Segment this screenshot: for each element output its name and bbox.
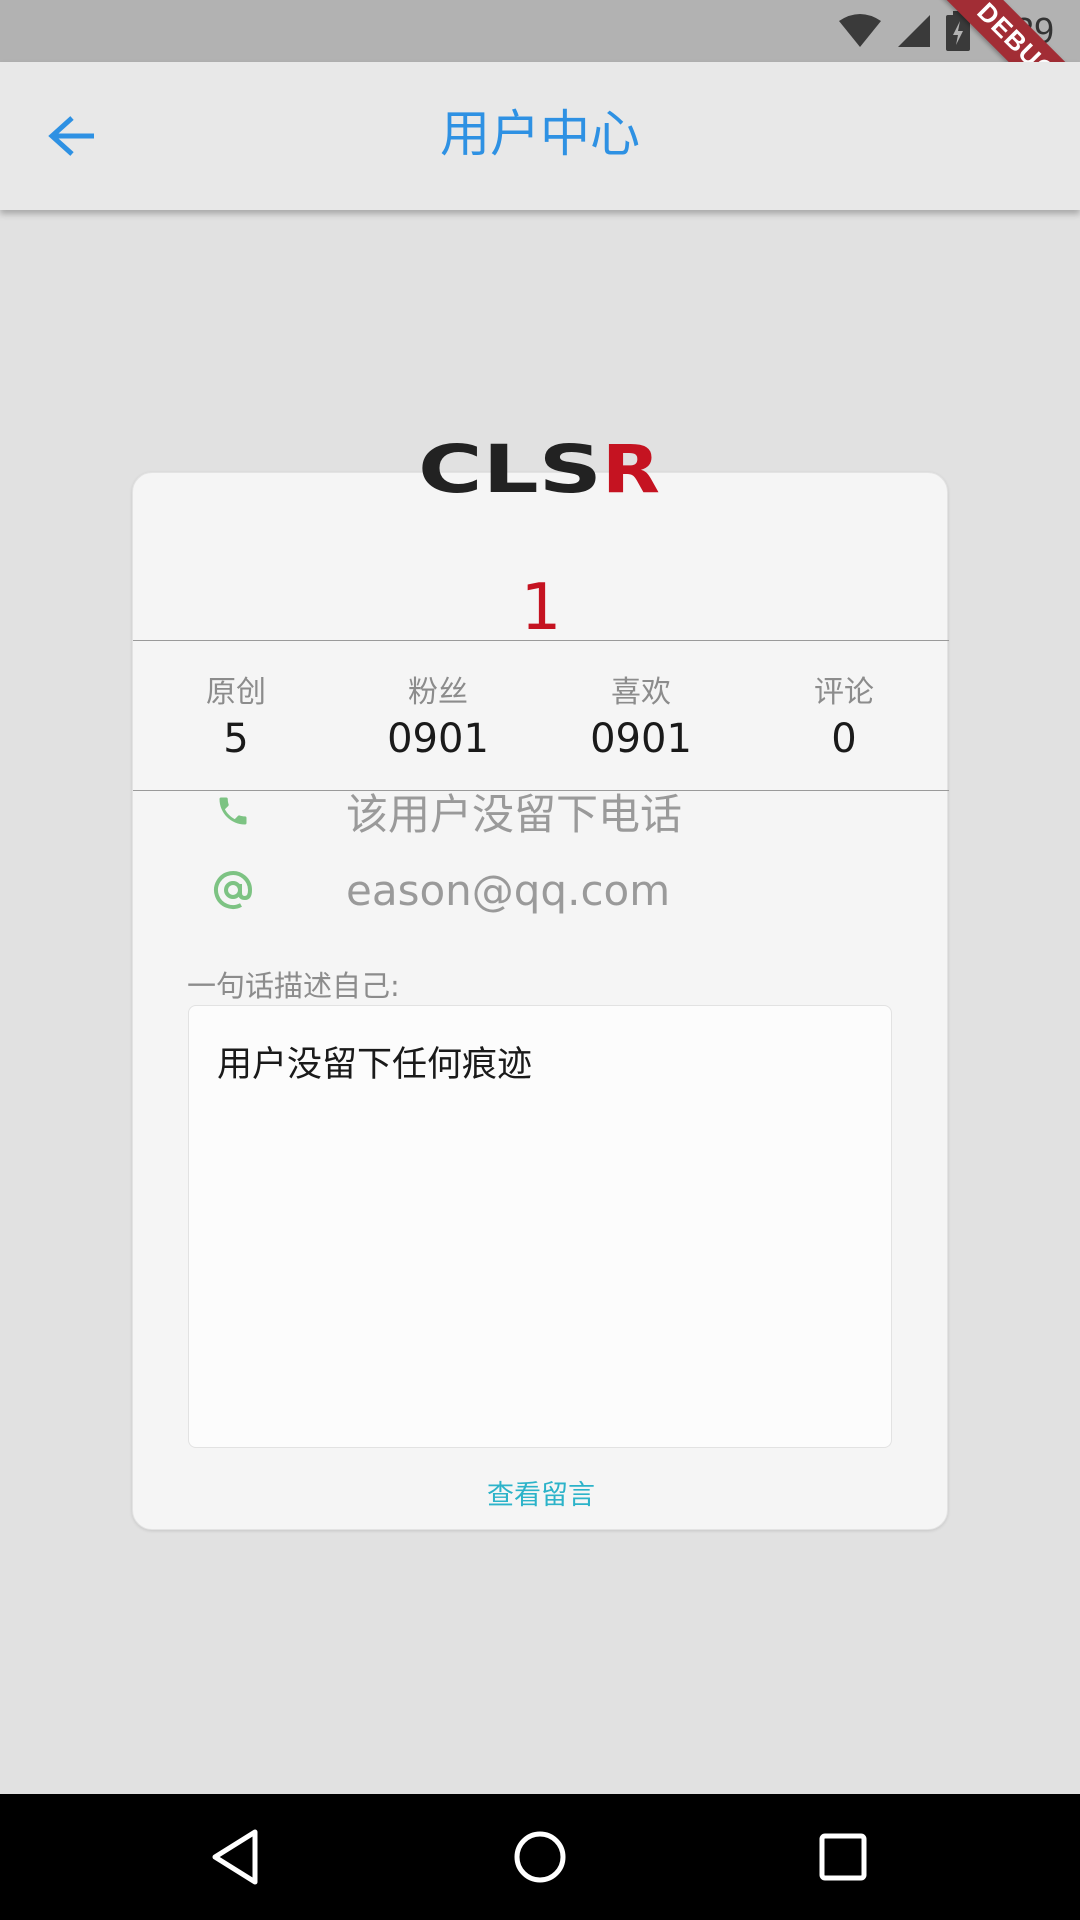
- stat-value: 0: [831, 716, 857, 762]
- stat-value: 0901: [387, 716, 489, 762]
- stat-likes[interactable]: 喜欢 0901: [561, 673, 721, 765]
- divider-top: [133, 640, 949, 641]
- system-nav-bar: [0, 1794, 1080, 1920]
- phone-text: 该用户没留下电话: [346, 789, 683, 839]
- description-box[interactable]: 用户没留下任何痕迹: [188, 1005, 892, 1448]
- stat-label: 原创: [206, 675, 266, 710]
- svg-text:R: R: [602, 436, 660, 498]
- page-title: 用户中心: [440, 105, 640, 163]
- stat-original[interactable]: 原创 5: [156, 673, 316, 765]
- username: 1: [520, 571, 562, 645]
- email-text: eason@qq.com: [346, 865, 671, 915]
- stat-label: 评论: [814, 675, 874, 710]
- stat-value: 0901: [590, 716, 692, 762]
- stat-label: 粉丝: [408, 675, 468, 710]
- status-bar: 7:29: [0, 0, 1080, 62]
- phone-icon: [213, 791, 253, 831]
- description-text: 用户没留下任何痕迹: [217, 1045, 533, 1085]
- cell-signal-icon: [897, 15, 930, 47]
- app-bar: 用户中心: [0, 62, 1080, 210]
- view-messages-link[interactable]: 查看留言: [133, 1473, 949, 1512]
- stat-label: 喜欢: [611, 675, 671, 710]
- phone-row: 该用户没留下电话: [213, 776, 682, 846]
- stat-value: 5: [223, 716, 249, 762]
- wifi-icon: [838, 14, 881, 47]
- home-circle-icon[interactable]: [507, 1824, 573, 1890]
- svg-text:CLS: CLS: [418, 436, 602, 498]
- clsr-logo: CLS R: [418, 436, 660, 498]
- at-icon: [213, 870, 253, 910]
- description-label: 一句话描述自己:: [187, 969, 400, 1003]
- stat-comments[interactable]: 评论 0: [764, 673, 924, 765]
- profile-card: 1 原创 5 粉丝 0901 喜欢 0901 评论 0 该用户没留下电话 eas…: [132, 472, 949, 1530]
- stats-row: 原创 5 粉丝 0901 喜欢 0901 评论 0: [133, 673, 949, 773]
- email-row: eason@qq.com: [213, 855, 670, 925]
- back-triangle-icon[interactable]: [203, 1824, 269, 1890]
- stat-fans[interactable]: 粉丝 0901: [358, 673, 518, 765]
- recents-square-icon[interactable]: [810, 1824, 876, 1890]
